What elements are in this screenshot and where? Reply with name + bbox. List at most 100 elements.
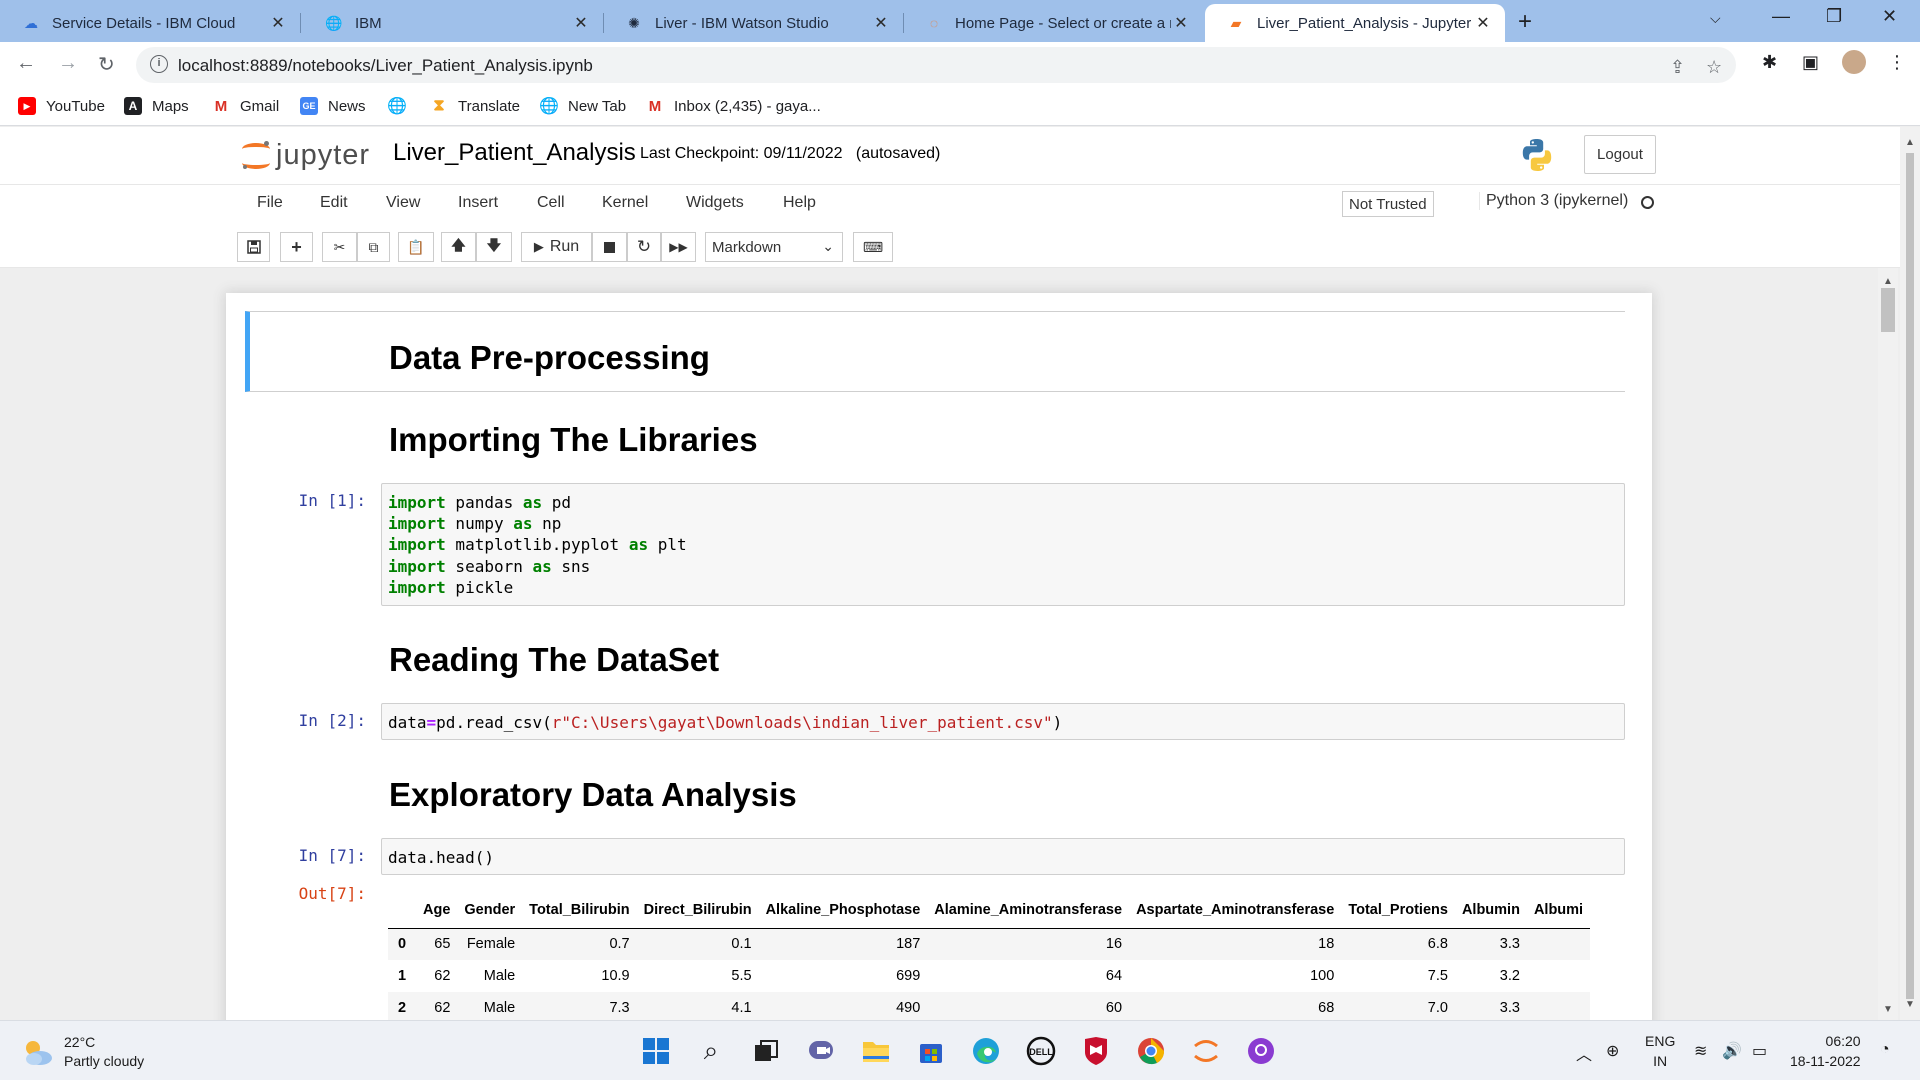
search-button[interactable]: ⌕ — [695, 1035, 727, 1067]
show-hidden-icons[interactable]: ︿ — [1576, 1041, 1592, 1065]
share-icon[interactable]: ⇪ — [1670, 57, 1685, 78]
dell-icon: DELL — [1026, 1036, 1056, 1066]
notebook-scrollbar[interactable]: ▲ ▼ — [1878, 268, 1898, 1020]
scroll-down-icon[interactable]: ▼ — [1905, 999, 1915, 1010]
menu-file[interactable]: File — [257, 194, 283, 212]
cell-direct-bilirubin: 5.5 — [731, 968, 752, 984]
bookmark-gmail[interactable]: M Gmail — [212, 97, 279, 115]
new-tab-icon[interactable]: + — [1518, 8, 1532, 36]
wifi-icon[interactable]: ≋ — [1694, 1041, 1707, 1061]
paste-button[interactable]: 📋 — [398, 232, 434, 262]
forward-icon[interactable]: → — [58, 52, 78, 75]
dell-app-button[interactable]: DELL — [1025, 1035, 1057, 1067]
task-view-button[interactable] — [750, 1035, 782, 1067]
tab-ibm-cloud[interactable]: ☁ Service Details - IBM Cloud ✕ — [0, 4, 301, 42]
profile-avatar[interactable] — [1842, 50, 1866, 74]
start-button[interactable] — [640, 1035, 672, 1067]
menu-insert[interactable]: Insert — [458, 194, 498, 212]
close-icon[interactable]: ✕ — [871, 13, 891, 33]
mcafee-button[interactable] — [1080, 1035, 1112, 1067]
cell-total-bilirubin: 7.3 — [522, 992, 637, 1020]
menu-help[interactable]: Help — [783, 194, 816, 212]
jupyter-toolbar: + ✂ ⧉ 📋 🡅 🡇 ▶ Run ↻ ▶▶ Markdown ⌄ ⌨ — [0, 222, 1900, 268]
github-desktop-button[interactable] — [1245, 1035, 1277, 1067]
scroll-down-icon[interactable]: ▼ — [1883, 1004, 1893, 1015]
extensions-icon[interactable]: ✱ — [1762, 52, 1777, 73]
logout-button[interactable]: Logout — [1584, 135, 1656, 174]
address-bar[interactable]: i localhost:8889/notebooks/Liver_Patient… — [136, 47, 1736, 83]
scrollbar-thumb[interactable] — [1881, 288, 1895, 332]
reload-icon[interactable]: ↻ — [98, 52, 115, 77]
tab-liver-notebook[interactable]: ▰ Liver_Patient_Analysis - Jupyter N ✕ — [1205, 4, 1505, 42]
close-icon[interactable]: ✕ — [1473, 13, 1493, 33]
chrome-button[interactable] — [1135, 1035, 1167, 1067]
run-button[interactable]: ▶ Run — [521, 232, 592, 262]
menu-kebab-icon[interactable]: ⋮ — [1888, 52, 1906, 73]
tab-ibm[interactable]: 🌐 IBM ✕ — [303, 4, 604, 42]
column-header: Age — [416, 892, 458, 929]
command-palette-button[interactable]: ⌨ — [853, 232, 893, 262]
cell-alamine-aminotransferase: 64 — [1105, 968, 1123, 984]
minimize-icon[interactable]: — — [1772, 6, 1790, 27]
language-indicator[interactable]: ENG IN — [1645, 1031, 1675, 1071]
close-icon[interactable]: ✕ — [268, 13, 288, 33]
scrollbar-thumb[interactable] — [1906, 153, 1914, 999]
menu-widgets[interactable]: Widgets — [686, 194, 744, 212]
notifications-icon[interactable]: ◔ — [1880, 1041, 1890, 1059]
side-panel-icon[interactable]: ▣ — [1802, 52, 1819, 73]
scroll-up-icon[interactable]: ▲ — [1905, 137, 1915, 148]
insert-cell-button[interactable]: + — [280, 232, 313, 262]
interrupt-button[interactable] — [592, 232, 627, 262]
bookmark-translate[interactable]: ⧗ Translate — [430, 97, 520, 115]
restart-button[interactable]: ↻ — [627, 232, 661, 262]
bookmark-globe[interactable]: 🌐 — [387, 97, 416, 115]
close-icon[interactable]: ✕ — [571, 13, 591, 33]
microsoft-store-button[interactable] — [915, 1035, 947, 1067]
jupyter-app-button[interactable] — [1190, 1035, 1222, 1067]
back-icon[interactable]: ← — [16, 52, 36, 75]
scroll-up-icon[interactable]: ▲ — [1883, 276, 1893, 287]
code-cell-read-csv[interactable]: data=pd.read_csv(r"C:\Users\gayat\Downlo… — [381, 703, 1625, 740]
bookmark-inbox[interactable]: M Inbox (2,435) - gaya... — [646, 97, 821, 115]
battery-icon[interactable]: ▭ — [1752, 1041, 1767, 1061]
page-scrollbar[interactable]: ▲ ▼ — [1900, 127, 1920, 1020]
weather-widget[interactable]: 22°C Partly cloudy — [20, 1033, 144, 1071]
jupyter-logo[interactable]: jupyter — [242, 139, 370, 172]
tab-watson-studio[interactable]: ✺ Liver - IBM Watson Studio ✕ — [603, 4, 904, 42]
close-icon[interactable]: ✕ — [1171, 13, 1191, 33]
menu-cell[interactable]: Cell — [537, 194, 565, 212]
tab-jupyter-home[interactable]: ◌ Home Page - Select or create a n ✕ — [903, 4, 1203, 42]
tab-search-icon[interactable]: ⌵ — [1710, 10, 1721, 27]
code-cell-head[interactable]: data.head() — [381, 838, 1625, 875]
bookmark-maps[interactable]: A Maps — [124, 97, 189, 115]
not-trusted-badge[interactable]: Not Trusted — [1342, 191, 1434, 217]
menu-view[interactable]: View — [386, 194, 420, 212]
teams-chat-button[interactable] — [805, 1035, 837, 1067]
bookmark-news[interactable]: GE News — [300, 97, 366, 115]
file-explorer-button[interactable] — [860, 1035, 892, 1067]
github-desktop-icon — [1248, 1038, 1274, 1064]
cut-button[interactable]: ✂ — [322, 232, 357, 262]
bookmark-youtube[interactable]: ▶ YouTube — [18, 97, 105, 115]
menu-edit[interactable]: Edit — [320, 194, 348, 212]
menu-kernel[interactable]: Kernel — [602, 194, 648, 212]
move-down-button[interactable]: 🡇 — [476, 232, 512, 262]
save-button[interactable] — [237, 232, 270, 262]
network-globe-icon[interactable]: ⊕ — [1606, 1041, 1619, 1061]
code-cell-imports[interactable]: import pandas as pd import numpy as np i… — [381, 483, 1625, 606]
bookmark-star-icon[interactable]: ☆ — [1706, 57, 1722, 78]
notebook-name[interactable]: Liver_Patient_Analysis — [393, 139, 636, 167]
site-info-icon[interactable]: i — [150, 55, 168, 73]
move-up-button[interactable]: 🡅 — [441, 232, 476, 262]
copy-button[interactable]: ⧉ — [357, 232, 390, 262]
edge-browser-button[interactable] — [970, 1035, 1002, 1067]
cell-type-select[interactable]: Markdown ⌄ — [705, 232, 843, 262]
restart-run-all-button[interactable]: ▶▶ — [661, 232, 696, 262]
volume-icon[interactable]: 🔊 — [1722, 1041, 1742, 1061]
kernel-name[interactable]: Python 3 (ipykernel) — [1479, 192, 1628, 210]
restore-icon[interactable]: ❐ — [1826, 6, 1842, 27]
system-clock[interactable]: 06:20 18-11-2022 — [1790, 1031, 1861, 1071]
window-close-icon[interactable]: ✕ — [1882, 6, 1897, 27]
url-text[interactable]: localhost:8889/notebooks/Liver_Patient_A… — [178, 56, 593, 76]
bookmark-new-tab[interactable]: 🌐 New Tab — [539, 97, 626, 116]
